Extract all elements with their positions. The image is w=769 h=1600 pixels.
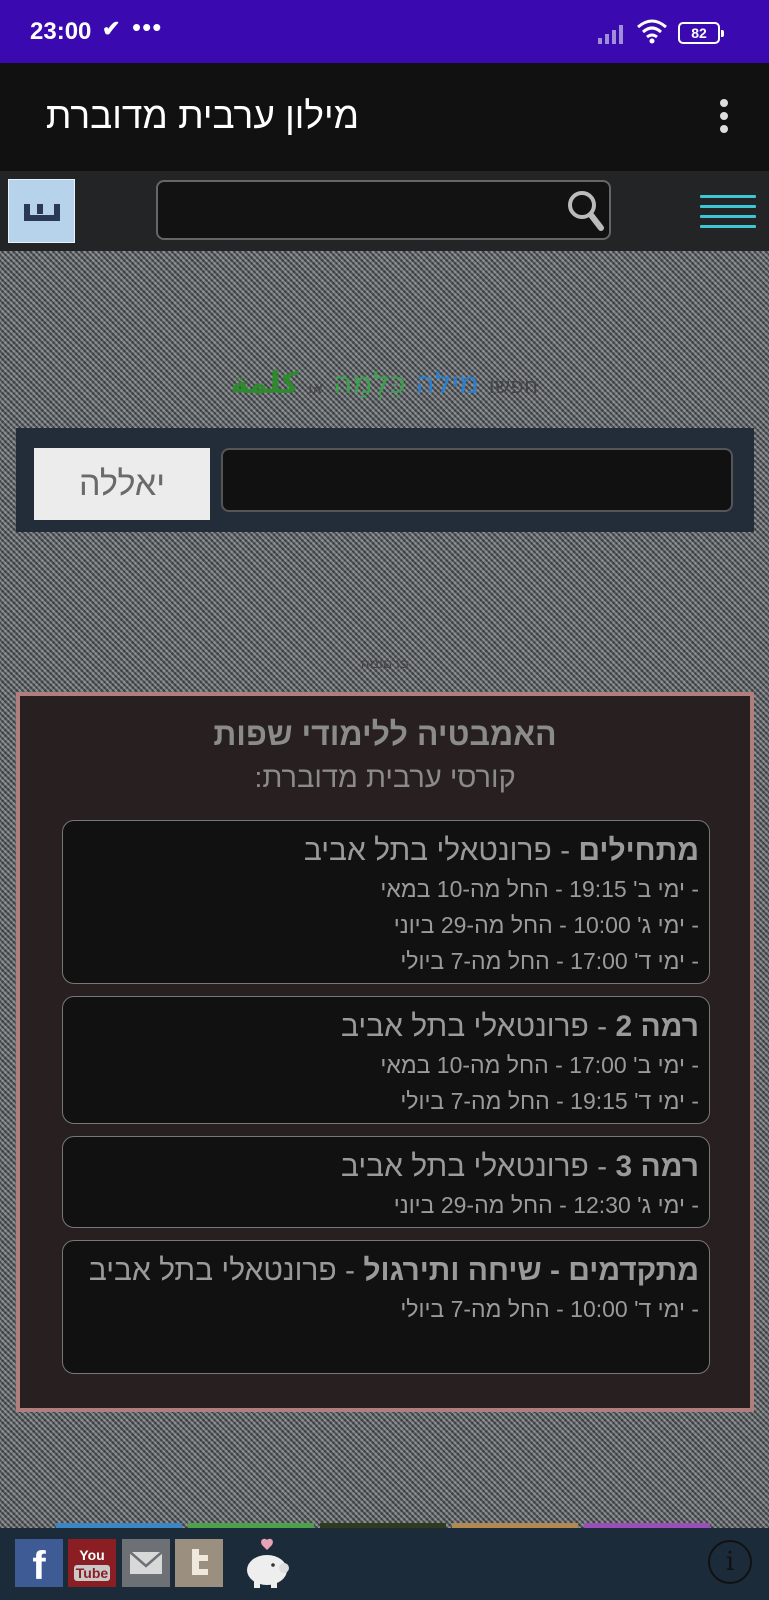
tagline-word-transliterated: כִּלְמֵה <box>332 366 406 401</box>
site-logo-button[interactable] <box>8 179 75 243</box>
course-schedule-line: - ימי ד' 19:15 - החל מה-7 ביולי <box>400 1088 699 1114</box>
email-icon[interactable] <box>122 1539 170 1587</box>
course-desc: - פרונטאלי בתל אביב <box>303 834 579 867</box>
course-schedule-line: - ימי ג' 10:00 - החל מה-29 ביוני <box>393 912 699 938</box>
status-bar: 23:00 ✔ ••• 82 <box>0 0 769 63</box>
course-card[interactable]: רמה 2 - פרונטאלי בתל אביב - ימי ב' 17:00… <box>62 996 710 1124</box>
dictionary-search-input[interactable] <box>221 448 733 512</box>
clock: 23:00 <box>30 18 92 45</box>
dictionary-search-panel: יאללה <box>16 428 754 532</box>
promo-subtitle: קורסי ערבית מדוברת: <box>254 762 516 794</box>
course-promo[interactable]: האמבטיה ללימודי שפות קורסי ערבית מדוברת:… <box>16 692 754 1412</box>
app-bar: מילון ערבית מדוברת <box>0 63 769 171</box>
tagline-word-hebrew: מילה <box>415 366 480 401</box>
tagline-word-arabic: كلمة <box>230 366 299 401</box>
logo-icon <box>24 204 60 221</box>
notification-icon: ✔ <box>102 16 121 41</box>
tagline-or: או <box>308 378 324 397</box>
course-schedule-line: - ימי ד' 17:00 - החל מה-7 ביולי <box>400 948 699 974</box>
course-card[interactable]: מתקדמים - שיחה ותירגול - פרונטאלי בתל אב… <box>62 1240 710 1374</box>
course-level: מתקדמים - שיחה ותירגול <box>363 1254 699 1287</box>
course-card[interactable]: רמה 3 - פרונטאלי בתל אביב - ימי ג' 12:30… <box>62 1136 710 1228</box>
search-icon[interactable] <box>565 188 605 232</box>
cell-signal-icon <box>598 25 623 44</box>
search-tagline: חפשו מילה כִּלְמֵה או كلمة <box>0 366 769 401</box>
promo-title: האמבטיה ללימודי שפות <box>213 716 557 752</box>
header-search-input[interactable] <box>156 180 611 240</box>
battery-level: 82 <box>691 25 707 41</box>
hamburger-menu-icon[interactable] <box>700 195 756 231</box>
battery-icon: 82 <box>678 22 724 44</box>
tagline-search-word: חפשו <box>488 374 539 399</box>
ad-label: פרסומת <box>360 656 409 672</box>
course-level: רמה 2 <box>615 1010 699 1043</box>
facebook-icon[interactable]: f <box>15 1539 63 1588</box>
course-schedule-line: - ימי ב' 17:00 - החל מה-10 במאי <box>380 1052 699 1078</box>
course-schedule-line: - ימי ג' 12:30 - החל מה-29 ביוני <box>393 1192 699 1218</box>
search-submit-button[interactable]: יאללה <box>34 448 210 520</box>
toolbar <box>0 171 769 251</box>
twitter-icon[interactable] <box>175 1539 223 1587</box>
course-schedule-line: - ימי ד' 10:00 - החל מה-7 ביולי <box>400 1296 699 1322</box>
course-level: מתחילים <box>578 834 699 867</box>
wifi-icon <box>637 19 667 44</box>
course-desc: - פרונטאלי בתל אביב <box>341 1010 616 1043</box>
app-title: מילון ערבית מדוברת <box>45 95 359 136</box>
more-notifications-icon: ••• <box>132 12 163 42</box>
course-desc: - פרונטאלי בתל אביב <box>341 1150 616 1183</box>
youtube-icon-text-top: You <box>79 1547 105 1563</box>
overflow-menu-icon[interactable] <box>714 99 734 139</box>
piggy-bank-donate-icon[interactable] <box>240 1536 296 1592</box>
info-icon[interactable]: i <box>708 1540 752 1584</box>
youtube-icon[interactable]: You Tube <box>68 1539 116 1587</box>
course-schedule-line: - ימי ב' 19:15 - החל מה-10 במאי <box>380 876 699 902</box>
course-card[interactable]: מתחילים - פרונטאלי בתל אביב - ימי ב' 19:… <box>62 820 710 984</box>
bottom-bar: f You Tube i <box>0 1528 769 1600</box>
course-desc: - פרונטאלי בתל אביב <box>88 1254 364 1287</box>
course-level: רמה 3 <box>615 1150 699 1183</box>
youtube-icon-text-bottom: Tube <box>74 1565 110 1581</box>
